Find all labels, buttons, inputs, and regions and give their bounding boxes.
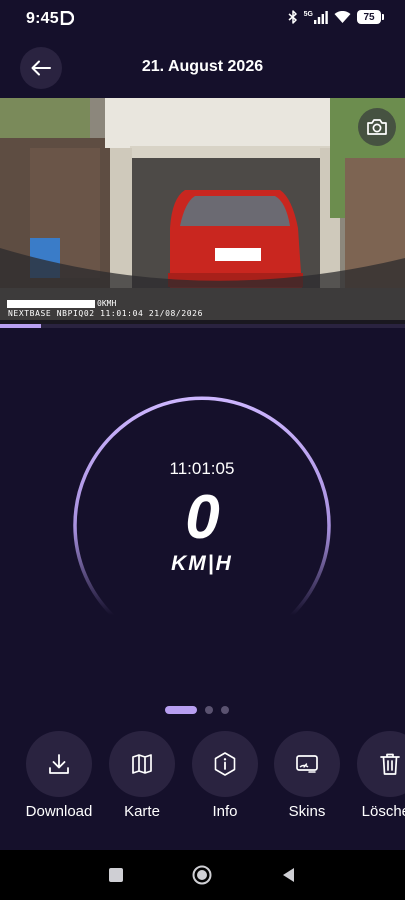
skins-label: Skins	[288, 803, 326, 820]
wifi-icon	[334, 10, 351, 23]
info-icon	[214, 752, 236, 776]
speed-value: 0	[185, 483, 219, 552]
status-bar: 9:45 5G 75	[0, 0, 405, 40]
speedometer: 11:01:05 0 KM|H	[72, 391, 332, 651]
page-dot-1[interactable]	[165, 706, 197, 714]
info-label: Info	[212, 803, 238, 820]
delete-label: Löschen	[361, 803, 405, 820]
skins-icon	[296, 755, 318, 773]
page-indicator	[165, 706, 229, 714]
status-icons: 5G 75	[288, 10, 384, 24]
osd-overlay-text: NEXTBASE NBPIQ02 11:01:04 21/08/2026	[8, 309, 203, 318]
video-player[interactable]: 0KMH NEXTBASE NBPIQ02 11:01:04 21/08/202…	[0, 98, 405, 328]
download-label: Download	[25, 803, 93, 820]
osd-redaction	[7, 300, 95, 308]
camera-icon	[367, 119, 387, 135]
nav-back-button[interactable]	[279, 865, 299, 885]
app-header: 21. August 2026	[0, 40, 405, 96]
action-row: Download Karte Info Skins Lösch	[0, 731, 405, 831]
speedometer-time: 11:01:05	[169, 459, 235, 478]
video-progress-fill	[0, 324, 41, 328]
bluetooth-icon	[288, 10, 297, 24]
status-time: 9:45	[26, 10, 59, 27]
home-button[interactable]	[191, 864, 213, 886]
snapshot-button[interactable]	[358, 108, 396, 146]
battery-icon: 75	[357, 10, 384, 24]
app-notification-icon	[60, 10, 75, 30]
home-icon	[192, 865, 212, 885]
video-frame-image	[0, 98, 405, 328]
map-button[interactable]: Karte	[102, 731, 182, 820]
signal-icon	[314, 10, 328, 24]
page-title: 21. August 2026	[141, 58, 264, 75]
map-icon	[132, 754, 152, 774]
info-button[interactable]: Info	[185, 731, 265, 820]
trash-icon	[380, 753, 400, 775]
license-plate-redaction	[215, 248, 261, 261]
speed-unit: KM|H	[171, 552, 233, 575]
network-type: 5G	[303, 10, 328, 24]
system-nav-bar	[0, 850, 405, 900]
download-button[interactable]: Download	[19, 731, 99, 820]
skins-button[interactable]: Skins	[267, 731, 347, 820]
video-progress-bar[interactable]	[0, 324, 405, 328]
map-label: Karte	[124, 803, 160, 820]
download-icon	[49, 754, 69, 774]
page-dot-2[interactable]	[205, 706, 213, 714]
recents-icon	[109, 868, 123, 882]
delete-button[interactable]: Löschen	[350, 731, 405, 820]
page-dot-3[interactable]	[221, 706, 229, 714]
network-label: 5G	[303, 10, 313, 18]
triangle-back-icon	[283, 868, 294, 882]
osd-speed: 0KMH	[97, 299, 117, 308]
recents-button[interactable]	[106, 865, 126, 885]
